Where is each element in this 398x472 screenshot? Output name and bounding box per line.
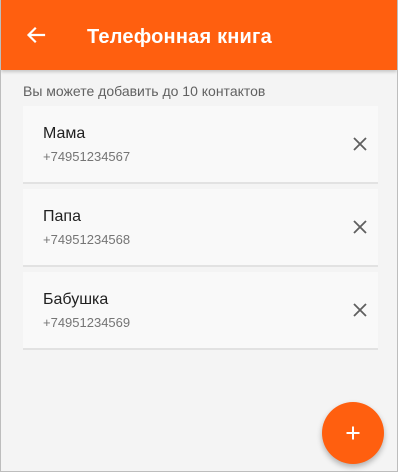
contact-item-babushka[interactable]: Бабушка +74951234569 (23, 272, 378, 350)
contact-name: Мама (43, 125, 86, 142)
contact-name: Папа (43, 208, 81, 225)
close-icon (353, 303, 367, 317)
page-title: Телефонная книга (87, 25, 272, 48)
remove-contact-button[interactable] (346, 296, 374, 324)
arrow-left-icon (26, 26, 46, 44)
contact-name: Бабушка (43, 291, 109, 308)
add-contact-button[interactable] (322, 402, 384, 464)
contact-list: Мама +74951234567 Папа +74951234568 Бабу… (23, 106, 378, 355)
contact-phone: +74951234568 (43, 232, 131, 247)
phonebook-screen: Телефонная книга Вы можете добавить до 1… (0, 0, 398, 472)
contact-phone: +74951234567 (43, 149, 131, 164)
app-bar: Телефонная книга (1, 0, 397, 70)
close-icon (353, 137, 367, 151)
remove-contact-button[interactable] (346, 213, 374, 241)
contact-item-papa[interactable]: Папа +74951234568 (23, 189, 378, 267)
plus-icon (346, 426, 360, 440)
contact-phone: +74951234569 (43, 315, 131, 330)
back-button[interactable] (1, 0, 53, 70)
close-icon (353, 220, 367, 234)
contact-limit-hint: Вы можете добавить до 10 контактов (23, 83, 266, 99)
remove-contact-button[interactable] (346, 130, 374, 158)
contact-item-mama[interactable]: Мама +74951234567 (23, 106, 378, 184)
